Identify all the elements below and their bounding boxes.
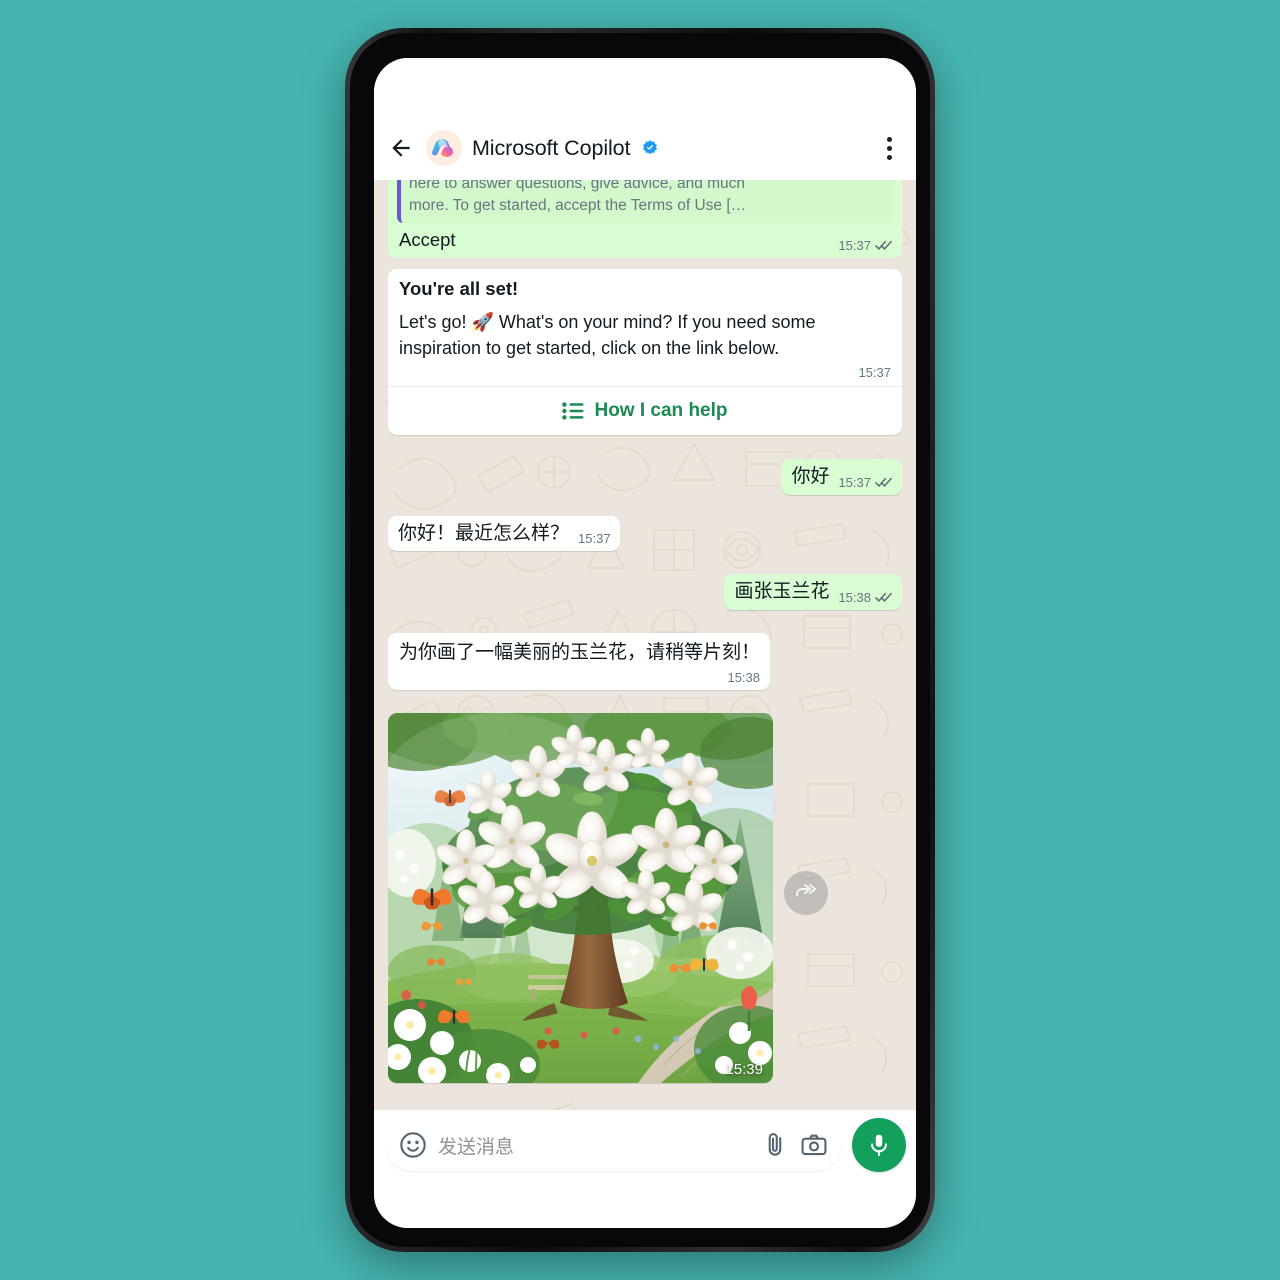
verified-badge-icon bbox=[643, 140, 658, 155]
voice-record-button[interactable] bbox=[852, 1118, 906, 1172]
message-text: 画张玉兰花 bbox=[734, 581, 830, 603]
message-row-hello-in: 你好！最近怎么样？ 15:37 bbox=[388, 515, 902, 552]
overflow-menu-icon[interactable] bbox=[876, 133, 902, 163]
message-input-pill[interactable]: 发送消息 bbox=[386, 1119, 842, 1171]
message-meta: 15:37 bbox=[399, 365, 891, 380]
message-time: 15:37 bbox=[858, 364, 891, 380]
how-i-can-help-link[interactable]: How I can help bbox=[388, 387, 902, 435]
messages-container: here to answer questions, give advice, a… bbox=[388, 180, 902, 1083]
bubble-outgoing[interactable]: 画张玉兰花 15:38 bbox=[724, 574, 902, 610]
composer-bar: 发送消息 bbox=[374, 1110, 916, 1228]
message-text: 你好 bbox=[791, 465, 830, 487]
magnolia-image bbox=[388, 712, 773, 1083]
nav-gesture-area bbox=[374, 1182, 916, 1228]
message-accept-clipped: here to answer questions, give advice, a… bbox=[388, 180, 902, 258]
message-text: 你好！最近怎么样？ bbox=[398, 522, 570, 544]
phone-screen: Microsoft Copilot here to answer questio… bbox=[374, 58, 916, 1228]
quoted-reply-text: here to answer questions, give advice, a… bbox=[409, 180, 747, 214]
message-time: 15:38 bbox=[727, 669, 761, 685]
how-i-can-help-label: How I can help bbox=[594, 399, 728, 421]
quoted-reply: here to answer questions, give advice, a… bbox=[397, 180, 893, 223]
bubble-outgoing[interactable]: 你好 15:37 bbox=[781, 458, 902, 495]
page-title: Microsoft Copilot bbox=[472, 135, 631, 160]
allset-text: Let's go! 🚀 What's on your mind? If you … bbox=[399, 312, 816, 359]
list-icon bbox=[562, 402, 584, 420]
chat-header: Microsoft Copilot bbox=[374, 116, 916, 180]
message-time: 15:37 bbox=[578, 531, 611, 547]
microphone-icon bbox=[871, 1134, 887, 1157]
message-text: Accept bbox=[399, 229, 456, 250]
chat-message-list[interactable]: here to answer questions, give advice, a… bbox=[374, 180, 916, 1110]
allset-title: You're all set! bbox=[399, 278, 519, 299]
message-line: 画张玉兰花 15:38 bbox=[734, 580, 893, 605]
emoji-smiley-icon[interactable] bbox=[399, 1131, 427, 1159]
compose-row: 发送消息 bbox=[374, 1110, 916, 1182]
message-row-allset: You're all set! Let's go! 🚀 What's on yo… bbox=[388, 269, 902, 435]
double-check-icon bbox=[875, 592, 892, 602]
message-time: 15:38 bbox=[838, 589, 871, 605]
double-check-icon bbox=[875, 477, 892, 487]
message-meta: 15:37 bbox=[838, 238, 893, 253]
message-row-hello-out: 你好 15:37 bbox=[388, 458, 902, 495]
bubble-incoming-card[interactable]: You're all set! Let's go! 🚀 What's on yo… bbox=[388, 269, 902, 435]
message-text: 为你画了一幅美丽的玉兰花，请稍等片刻！ bbox=[399, 641, 761, 663]
image-timestamp: 15:39 bbox=[725, 1060, 763, 1078]
accept-line: Accept 15:37 bbox=[397, 227, 893, 253]
message-input-placeholder[interactable]: 发送消息 bbox=[438, 1132, 750, 1159]
message-row-image: 15:39 bbox=[388, 712, 902, 1083]
phone-device: Microsoft Copilot here to answer questio… bbox=[345, 28, 935, 1252]
bubble-outgoing[interactable]: here to answer questions, give advice, a… bbox=[388, 180, 902, 258]
forward-arrow-icon[interactable] bbox=[784, 870, 828, 915]
message-time: 15:37 bbox=[838, 238, 871, 253]
message-line: 你好！最近怎么样？ 15:37 bbox=[398, 522, 611, 547]
message-row-draw-reply: 为你画了一幅美丽的玉兰花，请稍等片刻！ 15:38 bbox=[388, 632, 902, 690]
avatar[interactable] bbox=[426, 130, 462, 166]
bubble-incoming[interactable]: 为你画了一幅美丽的玉兰花，请稍等片刻！ 15:38 bbox=[388, 632, 771, 690]
message-line: 你好 15:37 bbox=[791, 465, 893, 490]
status-bar-area bbox=[374, 58, 916, 116]
back-arrow-icon[interactable] bbox=[386, 133, 416, 163]
message-meta: 15:37 bbox=[578, 531, 611, 546]
message-meta: 15:38 bbox=[399, 670, 760, 685]
double-check-icon bbox=[875, 240, 892, 250]
bubble-incoming[interactable]: 你好！最近怎么样？ 15:37 bbox=[388, 515, 620, 552]
message-meta: 15:38 bbox=[838, 590, 893, 605]
paperclip-icon[interactable] bbox=[761, 1131, 789, 1159]
message-row-draw-request: 画张玉兰花 15:38 bbox=[388, 574, 902, 610]
allset-body: You're all set! Let's go! 🚀 What's on yo… bbox=[388, 269, 902, 386]
message-time: 15:37 bbox=[838, 474, 871, 490]
bubble-image[interactable]: 15:39 bbox=[388, 712, 773, 1083]
message-meta: 15:37 bbox=[838, 475, 893, 490]
phone-bezel: Microsoft Copilot here to answer questio… bbox=[350, 33, 930, 1247]
camera-icon[interactable] bbox=[800, 1131, 828, 1159]
